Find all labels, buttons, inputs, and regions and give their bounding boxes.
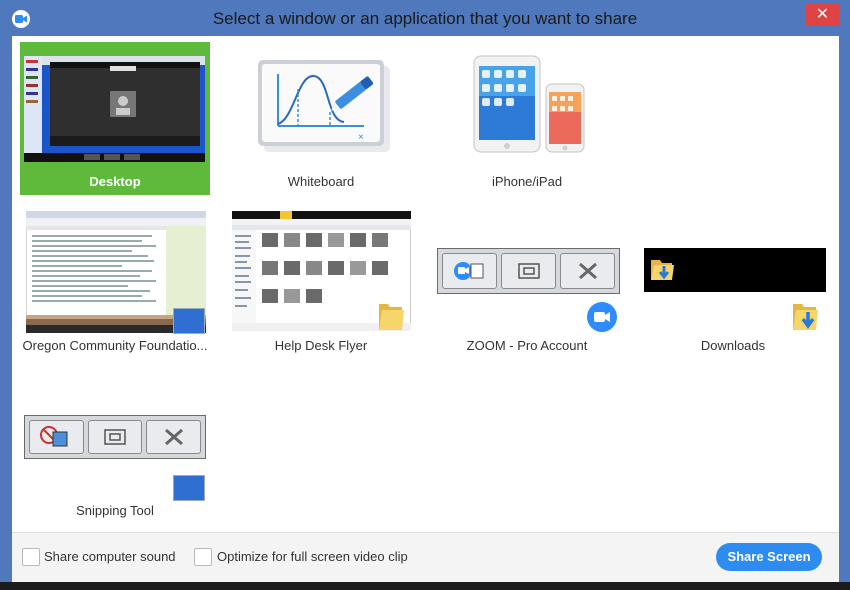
svg-text:×: × [358,132,364,143]
tile-whiteboard[interactable]: × Whiteboard [226,42,416,195]
tile-oregon-community-foundation[interactable]: Oregon Community Foundatio... [20,206,210,359]
optimize-video-checkbox[interactable] [194,548,212,566]
tile-iphone-ipad[interactable]: iPhone/iPad [432,42,622,195]
zoom-window-thumbnail [437,248,620,294]
window-badge-icon [173,308,205,334]
title-bar: Select a window or an application that y… [0,0,850,36]
close-button[interactable]: ✕ [806,4,839,26]
downloads-folder-icon [790,298,822,332]
window-grid: Desktop × Whiteboard iPhone/iPad Oregon … [12,36,839,532]
maximize-button-preview [87,420,143,454]
taskbar-strip [0,582,850,590]
tile-downloads[interactable]: Downloads [638,206,828,359]
tile-label: Downloads [700,338,766,353]
snipping-tool-preview-icon [29,420,84,454]
tile-label: Help Desk Flyer [274,338,368,353]
dialog-title: Select a window or an application that y… [212,9,638,28]
close-icon: ✕ [815,6,830,23]
maximize-button-preview [501,253,556,289]
tile-label: Whiteboard [287,174,355,189]
share-screen-button[interactable]: Share Screen [716,543,822,571]
share-computer-sound-checkbox[interactable] [22,548,40,566]
iphone-ipad-thumbnail [472,54,587,157]
downloads-window-thumbnail [644,248,826,292]
snipping-tool-thumbnail [24,415,206,459]
close-button-preview [560,253,615,289]
tile-label: Desktop [89,174,141,189]
share-screen-dialog: Select a window or an application that y… [0,0,850,590]
tile-label: ZOOM - Pro Account [466,338,588,353]
whiteboard-thumbnail: × [254,54,394,154]
desktop-thumbnail [24,56,205,162]
tile-zoom-pro-account[interactable]: ZOOM - Pro Account [432,206,622,359]
zoom-app-icon [587,302,617,332]
optimize-video-label: Optimize for full screen video clip [217,549,408,564]
tile-snipping-tool[interactable]: Snipping Tool [20,371,210,524]
tile-label: Snipping Tool [76,503,154,518]
close-button-preview [146,420,202,454]
tile-desktop[interactable]: Desktop [20,42,210,195]
folder-icon [376,298,406,332]
tile-label: iPhone/iPad [491,174,563,189]
share-computer-sound-label: Share computer sound [44,549,176,564]
share-window-button-preview [442,253,497,289]
window-badge-icon [173,475,205,501]
tile-help-desk-flyer[interactable]: Help Desk Flyer [226,206,416,359]
tile-label: Oregon Community Foundatio... [22,338,208,353]
